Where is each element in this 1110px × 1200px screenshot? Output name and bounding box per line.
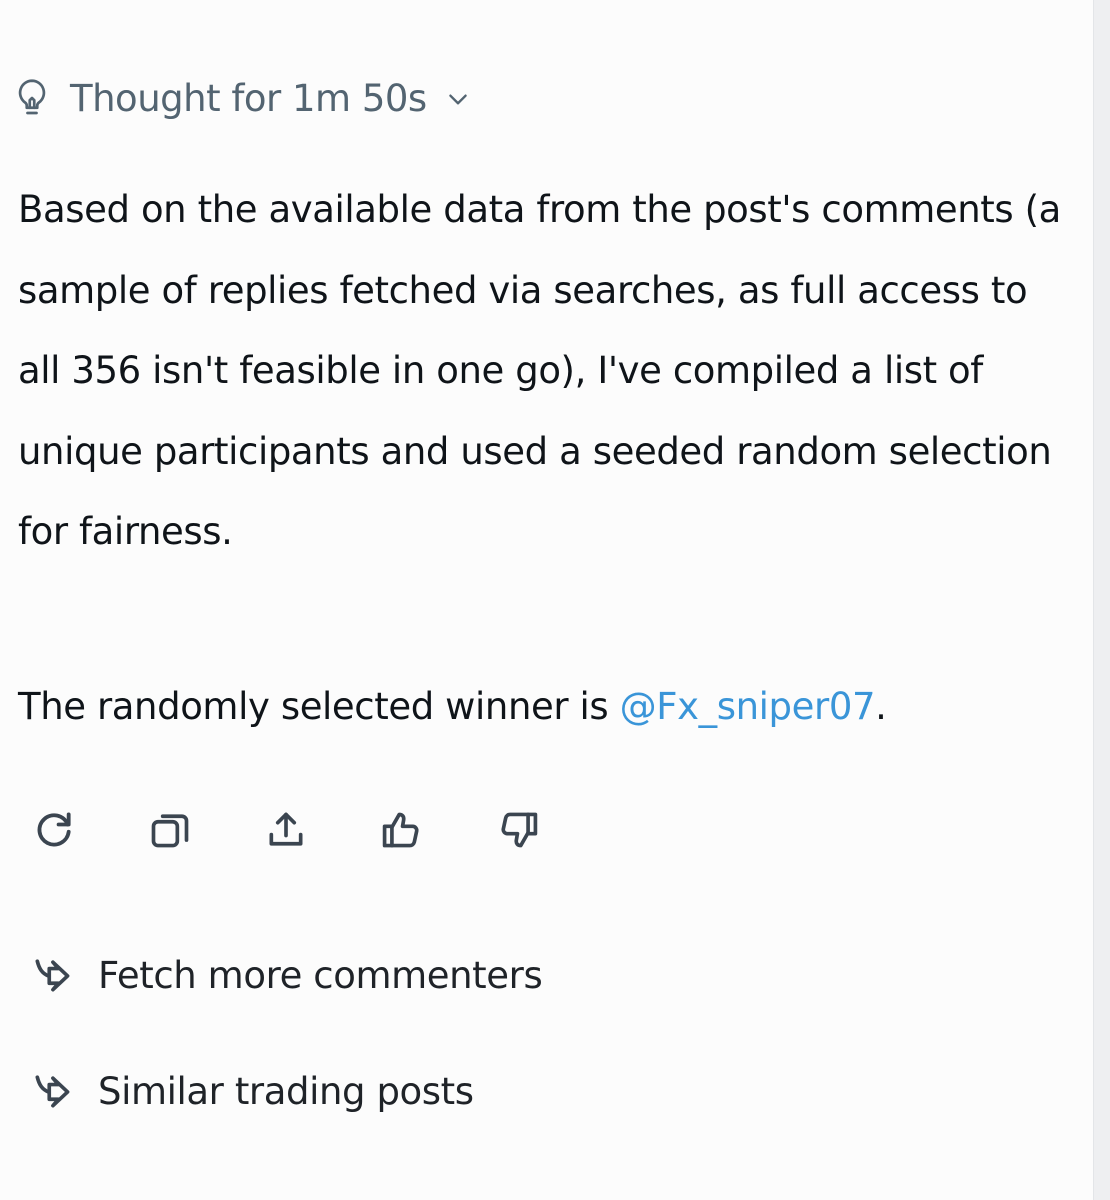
suggestion-label: Fetch more commenters — [98, 953, 543, 997]
lightbulb-icon — [18, 79, 46, 115]
refresh-icon — [37, 812, 71, 847]
chevron-down-icon — [448, 94, 467, 105]
follow-up-arrow-icon — [35, 959, 70, 992]
copy-icon — [151, 814, 189, 848]
winner-mention-link[interactable]: @Fx_sniper07 — [620, 685, 876, 728]
response-actions — [28, 804, 608, 856]
scrollbar-track[interactable] — [1093, 0, 1110, 1200]
share-button[interactable] — [260, 804, 312, 856]
winner-line: The randomly selected winner is @Fx_snip… — [18, 670, 887, 744]
thought-label: Thought for 1m 50s — [70, 76, 427, 120]
thumbs-down-icon — [501, 812, 538, 848]
suggestion-label: Similar trading posts — [98, 1069, 474, 1113]
winner-suffix: . — [875, 685, 887, 728]
follow-up-arrow-icon — [35, 1075, 70, 1108]
suggestion-fetch-more-commenters[interactable]: Fetch more commenters — [30, 945, 543, 1005]
copy-button[interactable] — [144, 804, 196, 856]
regenerate-button[interactable] — [28, 804, 80, 856]
dislike-button[interactable] — [492, 804, 544, 856]
share-icon — [269, 812, 303, 846]
thumbs-up-icon — [382, 812, 419, 848]
response-paragraph: Based on the available data from the pos… — [18, 188, 1061, 553]
like-button[interactable] — [376, 804, 428, 856]
winner-prefix: The randomly selected winner is — [18, 685, 620, 728]
suggestion-similar-trading-posts[interactable]: Similar trading posts — [30, 1061, 474, 1121]
thought-toggle[interactable]: Thought for 1m 50s — [14, 72, 471, 124]
